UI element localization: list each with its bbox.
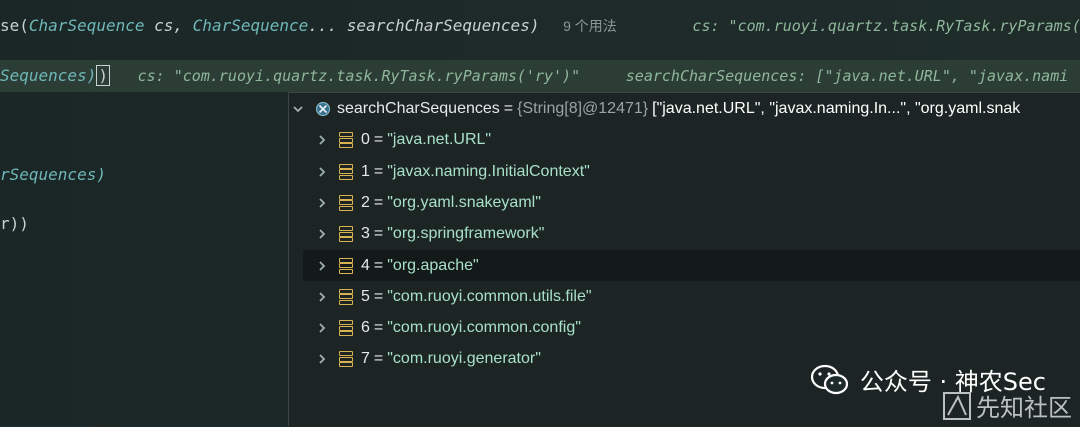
array-value: "com.ruoyi.generator"	[387, 350, 541, 368]
chevron-right-icon[interactable]	[315, 321, 329, 335]
code-type: CharSequence	[192, 16, 309, 35]
array-item-row[interactable]: 5 = "com.ruoyi.common.utils.file"	[289, 281, 1080, 312]
code-text: r))	[0, 214, 29, 233]
array-element-icon	[339, 320, 353, 337]
equals-sign: =	[373, 225, 384, 243]
equals-sign: =	[373, 162, 384, 180]
array-value: "com.ruoyi.common.utils.file"	[387, 287, 592, 305]
array-element-icon	[339, 288, 353, 305]
array-element-icon	[339, 132, 353, 149]
code-line: rSequences)	[0, 165, 106, 184]
site-logo-icon	[942, 391, 972, 421]
array-element-icon	[339, 351, 353, 368]
caret-bracket: )	[96, 65, 110, 86]
variable-root-row[interactable]: searchCharSequences = {String[8]@12471} …	[289, 93, 1080, 124]
equals-sign: =	[373, 193, 384, 211]
usages-hint[interactable]: 9 个用法	[563, 18, 617, 34]
equals-sign: =	[373, 287, 384, 305]
chevron-right-icon[interactable]	[315, 259, 329, 273]
inline-debug-value: cs: "com.ruoyi.quartz.task.RyTask.ryPara…	[137, 67, 581, 85]
array-index: 2	[361, 193, 370, 211]
array-item-row[interactable]: 0 = "java.net.URL"	[289, 125, 1080, 156]
variable-preview: ["java.net.URL", "javax.naming.In...", "…	[652, 99, 1021, 117]
array-item-row[interactable]: 3 = "org.springframework"	[289, 219, 1080, 250]
array-element-icon	[339, 257, 353, 274]
array-item-row[interactable]: 2 = "org.yaml.snakeyaml"	[289, 187, 1080, 218]
inline-debug-value: cs: "com.ruoyi.quartz.task.RyTask.ryPara…	[692, 17, 1080, 35]
array-value: "com.ruoyi.common.config"	[387, 319, 581, 337]
array-index: 3	[361, 225, 370, 243]
array-value: "org.yaml.snakeyaml"	[387, 193, 541, 211]
array-item-row[interactable]: 6 = "com.ruoyi.common.config"	[289, 313, 1080, 344]
array-item-row[interactable]: 4 = "org.apache"	[303, 250, 1080, 281]
watch-variable-icon	[315, 101, 331, 117]
code-line: r))	[0, 214, 29, 233]
code-text: rSequences)	[0, 165, 106, 184]
watermark-site-text: 先知社区	[976, 394, 1072, 422]
array-value: "java.net.URL"	[387, 131, 492, 149]
code-text: Sequences)	[0, 66, 97, 85]
wechat-icon	[810, 363, 850, 397]
code-param: cs,	[144, 16, 193, 35]
code-line-signature: se(CharSequence cs, CharSequence... sear…	[0, 16, 1080, 36]
array-value: "org.apache"	[387, 256, 479, 274]
code-param: ... searchCharSequences)	[308, 16, 540, 35]
code-type: CharSequence	[28, 16, 145, 35]
array-index: 1	[361, 162, 370, 180]
array-index: 7	[361, 350, 370, 368]
equals-sign: =	[503, 99, 514, 117]
array-value: "javax.naming.InitialContext"	[387, 162, 590, 180]
array-element-icon	[339, 226, 353, 243]
chevron-right-icon[interactable]	[315, 196, 329, 210]
array-index: 6	[361, 319, 370, 337]
equals-sign: =	[373, 131, 384, 149]
code-prefix: se(	[0, 16, 29, 35]
inline-debug-value: searchCharSequences: ["java.net.URL", "j…	[625, 67, 1069, 85]
variable-name: searchCharSequences	[337, 99, 500, 117]
chevron-right-icon[interactable]	[315, 133, 329, 147]
array-element-icon	[339, 194, 353, 211]
equals-sign: =	[373, 256, 384, 274]
chevron-right-icon[interactable]	[315, 290, 329, 304]
array-index: 5	[361, 287, 370, 305]
chevron-right-icon[interactable]	[315, 227, 329, 241]
array-element-icon	[339, 163, 353, 180]
chevron-right-icon[interactable]	[315, 352, 329, 366]
watermark-secondary: 先知社区	[942, 388, 1072, 423]
array-item-row[interactable]: 1 = "javax.naming.InitialContext"	[289, 156, 1080, 187]
code-line-current: Sequences)) cs: "com.ruoyi.quartz.task.R…	[0, 60, 1080, 92]
equals-sign: =	[373, 350, 384, 368]
array-index: 4	[361, 256, 370, 274]
array-value: "org.springframework"	[387, 225, 545, 243]
chevron-down-icon[interactable]	[291, 102, 305, 116]
variable-type-meta: {String[8]@12471}	[517, 99, 649, 117]
equals-sign: =	[373, 319, 384, 337]
chevron-right-icon[interactable]	[315, 165, 329, 179]
array-index: 0	[361, 131, 370, 149]
